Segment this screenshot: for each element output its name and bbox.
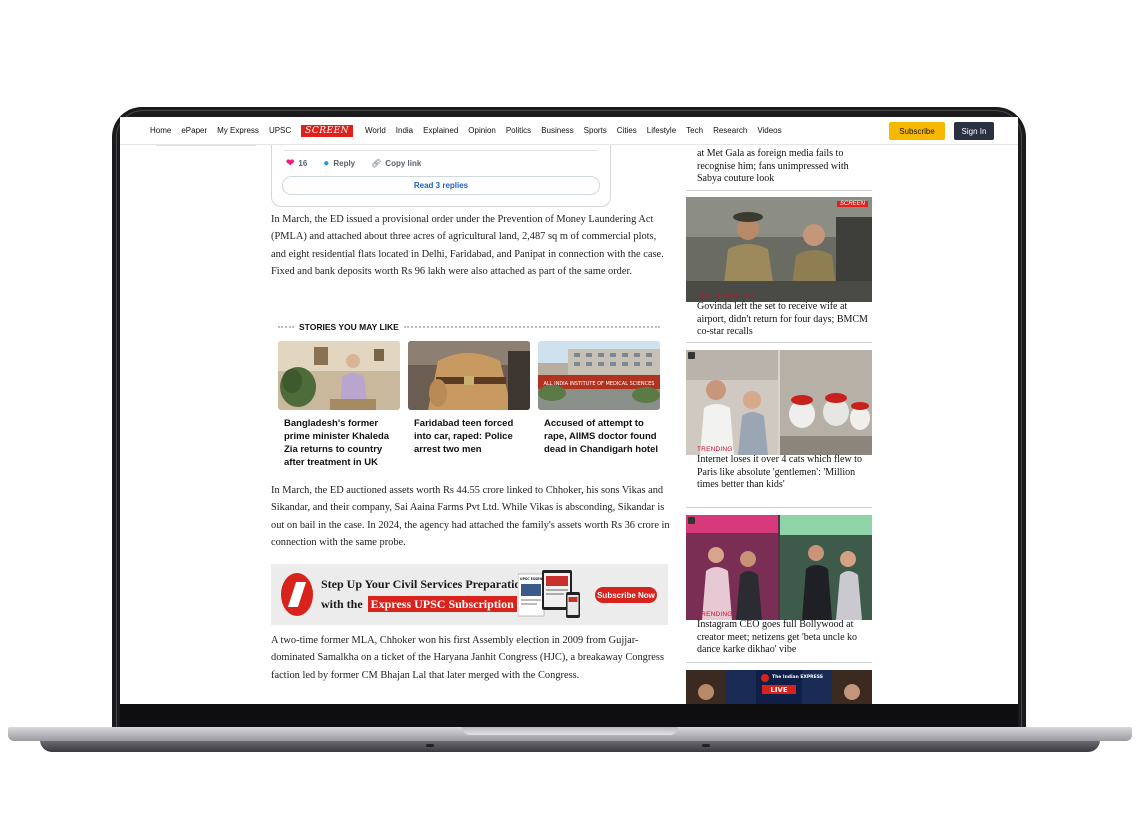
ad-line2-highlight: Express UPSC Subscription [367, 596, 517, 612]
story-card[interactable]: Bangladesh's former prime minister Khale… [278, 341, 400, 469]
nav-tech[interactable]: Tech [686, 126, 703, 135]
laptop-opening-notch [462, 727, 678, 735]
laptop-foot [702, 744, 710, 747]
story-card[interactable]: Faridabad teen forced into car, raped: P… [408, 341, 530, 456]
sidebar-story-title[interactable]: Govinda left the set to receive wife at … [697, 301, 873, 339]
browser-screen: Home ePaper My Express UPSC SCREEN World… [120, 117, 1018, 704]
nav-home[interactable]: Home [150, 126, 171, 135]
dotted-rule-left [278, 326, 294, 328]
read-replies-button[interactable]: Read 3 replies [282, 176, 600, 195]
reply-bubble-icon[interactable]: ● [323, 158, 329, 169]
laptop-foot [426, 744, 434, 747]
screen-badge: SCREEN [836, 201, 868, 207]
nav-upsc[interactable]: UPSC [269, 126, 291, 135]
ad-line2-prefix: with the [321, 597, 363, 611]
nav-politics[interactable]: Politics [506, 126, 531, 135]
sidebar-tag[interactable]: TRENDING [697, 611, 733, 618]
upsc-subscription-ad[interactable]: Step Up Your Civil Services Preparation … [271, 564, 668, 625]
tweet-actions: ❤ 16 ● Reply 🔗︎ Copy link [286, 158, 425, 169]
stories-header: STORIES YOU MAY LIKE [278, 321, 660, 333]
sign-in-button[interactable]: Sign In [954, 122, 994, 140]
video-corner-icon [688, 352, 695, 359]
sidebar-divider [686, 342, 872, 343]
nav-screen-logo[interactable]: SCREEN [301, 124, 354, 137]
sidebar-tag[interactable]: ENTERTAINMENT [697, 293, 754, 300]
story-thumbnail[interactable] [408, 341, 530, 410]
story-thumbnail[interactable] [278, 341, 400, 410]
nav-epaper[interactable]: ePaper [181, 126, 207, 135]
sidebar-story-top-title[interactable]: at Met Gala as foreign media fails to re… [697, 148, 873, 186]
nav-research[interactable]: Research [713, 126, 747, 135]
sidebar-story-title[interactable]: Internet loses it over 4 cats which flew… [697, 454, 873, 492]
laptop-bezel-bottom [120, 704, 1018, 728]
magazine-devices-icon: UPSC ESSENTIALS [518, 570, 580, 618]
tweet-divider [284, 150, 598, 151]
dotted-rule-right [403, 326, 660, 328]
story-image-police [408, 341, 530, 410]
copy-link[interactable]: Copy link [385, 159, 421, 168]
embedded-tweet-card: ❤ 16 ● Reply 🔗︎ Copy link Read 3 replies [271, 145, 611, 207]
nav-cities[interactable]: Cities [617, 126, 637, 135]
article-paragraph-3: A two-time former MLA, Chhoker won his f… [271, 635, 665, 681]
nav-world[interactable]: World [365, 126, 386, 135]
story-thumbnail[interactable]: ALL INDIA INSTITUTE OF MEDICAL SCIENCES [538, 341, 660, 410]
sidebar-story-title[interactable]: Instagram CEO goes full Bollywood at cre… [697, 619, 873, 657]
top-navigation: Home ePaper My Express UPSC SCREEN World… [120, 117, 1018, 145]
article-paragraph-1: In March, the ED issued a provisional or… [271, 214, 664, 278]
nav-business[interactable]: Business [541, 126, 573, 135]
subscribe-button[interactable]: Subscribe [889, 122, 945, 140]
subscribe-now-button[interactable]: Subscribe Now [595, 587, 657, 603]
like-count: 16 [298, 159, 308, 168]
nav-lifestyle[interactable]: Lifestyle [647, 126, 676, 135]
live-event-image: The Indian EXPRESS LIVE [686, 670, 872, 704]
story-caption[interactable]: Accused of attempt to rape, AIIMS doctor… [538, 417, 660, 456]
sidebar-thumbnail[interactable]: SCREEN [686, 197, 872, 302]
story-image-khaleda [278, 341, 400, 410]
stories-title: STORIES YOU MAY LIKE [299, 322, 399, 332]
nav-my-express[interactable]: My Express [217, 126, 259, 135]
story-image-aiims: ALL INDIA INSTITUTE OF MEDICAL SCIENCES [538, 341, 660, 410]
aiims-sign-text: ALL INDIA INSTITUTE OF MEDICAL SCIENCES [544, 381, 655, 387]
cats-paris-image [686, 350, 872, 455]
ad-headline-line1: Step Up Your Civil Services Preparation [321, 577, 528, 591]
sidebar-divider [686, 662, 872, 663]
left-column-divider [156, 145, 256, 146]
stage: Home ePaper My Express UPSC SCREEN World… [0, 0, 1140, 840]
sidebar-thumbnail[interactable] [686, 515, 872, 620]
govinda-movie-still [686, 197, 872, 302]
link-icon[interactable]: 🔗︎ [371, 159, 381, 168]
video-corner-icon [688, 517, 695, 524]
story-caption[interactable]: Faridabad teen forced into car, raped: P… [408, 417, 530, 456]
nav-sports[interactable]: Sports [584, 126, 607, 135]
express-logo-icon [281, 573, 313, 616]
sidebar-tag[interactable]: TRENDING [697, 446, 733, 453]
instagram-ceo-party-image [686, 515, 872, 620]
sidebar-divider [686, 190, 872, 191]
nav-explained[interactable]: Explained [423, 126, 458, 135]
ad-headline-line2: with the Express UPSC Subscription [321, 596, 517, 612]
article-paragraph-2: In March, the ED auctioned assets worth … [271, 485, 670, 549]
live-logo-text: The Indian EXPRESS [772, 674, 823, 680]
reply-link[interactable]: Reply [333, 159, 355, 168]
laptop-base-shadow [40, 740, 1100, 752]
nav-videos[interactable]: Videos [757, 126, 781, 135]
live-label: LIVE [770, 686, 787, 694]
sidebar-thumbnail[interactable] [686, 350, 872, 455]
story-caption[interactable]: Bangladesh's former prime minister Khale… [278, 417, 400, 469]
story-card[interactable]: ALL INDIA INSTITUTE OF MEDICAL SCIENCES … [538, 341, 660, 456]
nav-india[interactable]: India [396, 126, 413, 135]
nav-opinion[interactable]: Opinion [468, 126, 496, 135]
sidebar-thumbnail[interactable]: The Indian EXPRESS LIVE [686, 670, 872, 704]
sidebar-divider [686, 507, 872, 508]
heart-icon[interactable]: ❤ [286, 158, 294, 169]
